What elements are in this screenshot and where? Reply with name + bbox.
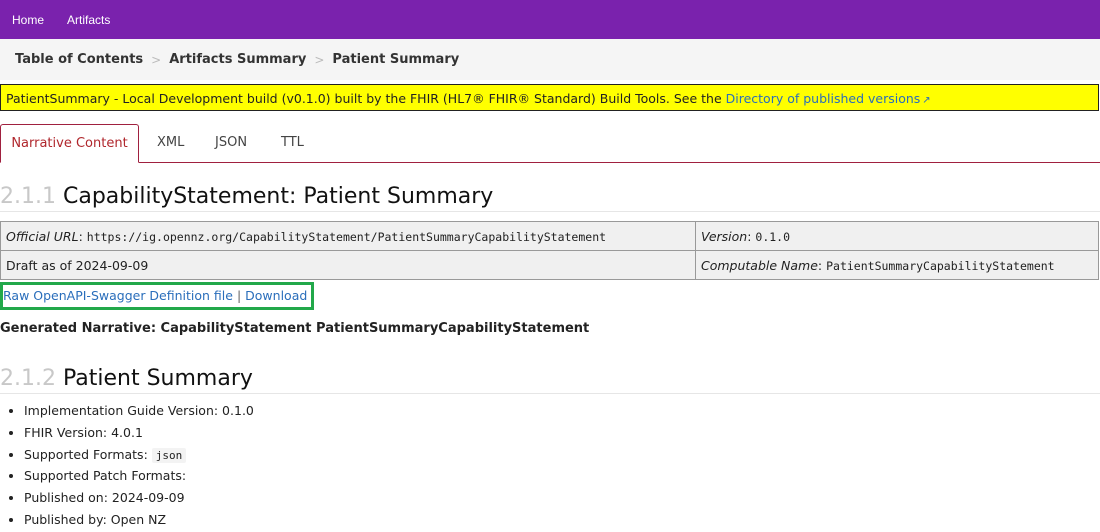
section-heading-capability: 2.1.1 CapabilityStatement: Patient Summa… — [0, 184, 493, 209]
divider — [0, 393, 1100, 394]
list-item: FHIR Version: 4.0.1 — [24, 423, 254, 445]
nav-artifacts-link[interactable]: Artifacts — [67, 13, 110, 27]
section-title: CapabilityStatement: Patient Summary — [62, 184, 494, 209]
version-label: Version — [701, 228, 748, 244]
breadcrumb-artifacts-summary[interactable]: Artifacts Summary — [169, 52, 306, 67]
section-number: 2.1.2 — [0, 366, 56, 391]
download-icon: ⤓ — [311, 288, 314, 303]
generated-narrative-heading: Generated Narrative: CapabilityStatement… — [0, 321, 590, 336]
section-number: 2.1.1 — [0, 184, 56, 209]
breadcrumb: Table of Contents > Artifacts Summary > … — [0, 39, 1100, 80]
download-link[interactable]: Download ⤓ — [245, 288, 314, 303]
top-nav: Home Artifacts — [0, 0, 1100, 39]
metadata-table: Official URL: https://ig.opennz.org/Capa… — [0, 221, 1099, 280]
version-value: 0.1.0 — [755, 229, 791, 244]
section-heading-patient-summary: 2.1.2 Patient Summary — [0, 366, 253, 391]
table-row: Draft as of 2024-09-09 Computable Name: … — [0, 250, 1099, 280]
tab-json[interactable]: JSON — [215, 124, 247, 162]
download-label: Download — [245, 288, 308, 303]
draft-status-cell: Draft as of 2024-09-09 — [0, 250, 696, 280]
list-item: Implementation Guide Version: 0.1.0 — [24, 401, 254, 423]
download-links-box: Raw OpenAPI-Swagger Definition file | Do… — [0, 282, 314, 310]
banner-text: PatientSummary - Local Development build… — [6, 91, 726, 106]
tab-xml[interactable]: XML — [157, 124, 184, 162]
official-url-label: Official URL — [6, 228, 79, 244]
formats-label: Supported Formats: — [24, 446, 148, 462]
list-item: Published by: Open NZ — [24, 510, 254, 532]
computable-name-label: Computable Name — [701, 257, 818, 273]
table-row: Official URL: https://ig.opennz.org/Capa… — [0, 221, 1099, 251]
divider — [0, 211, 1100, 212]
build-banner: PatientSummary - Local Development build… — [0, 84, 1099, 111]
official-url-cell: Official URL: https://ig.opennz.org/Capa… — [0, 221, 696, 251]
breadcrumb-separator: > — [151, 52, 162, 67]
tab-ttl[interactable]: TTL — [281, 124, 304, 162]
official-url-value: https://ig.opennz.org/CapabilityStatemen… — [86, 229, 607, 244]
format-chip: json — [151, 447, 187, 463]
list-item: Supported Formats: json — [24, 445, 254, 467]
computable-name-cell: Computable Name: PatientSummaryCapabilit… — [695, 250, 1099, 280]
breadcrumb-separator: > — [314, 52, 325, 67]
link-separator: | — [236, 288, 242, 303]
raw-openapi-link[interactable]: Raw OpenAPI-Swagger Definition file — [3, 288, 233, 303]
computable-name-value: PatientSummaryCapabilityStatement — [826, 258, 1055, 273]
list-item: Supported Patch Formats: — [24, 466, 254, 488]
breadcrumb-toc[interactable]: Table of Contents — [15, 52, 143, 67]
capability-facts-list: Implementation Guide Version: 0.1.0 FHIR… — [0, 401, 254, 532]
tab-narrative-content[interactable]: Narrative Content — [0, 124, 139, 163]
tab-bar: Narrative Content XML JSON TTL — [0, 124, 1100, 163]
breadcrumb-current: Patient Summary — [332, 52, 460, 67]
version-cell: Version: 0.1.0 — [695, 221, 1099, 251]
published-versions-link[interactable]: Directory of published versions — [726, 91, 921, 106]
nav-home-link[interactable]: Home — [12, 13, 44, 27]
list-item: Published on: 2024-09-09 — [24, 488, 254, 510]
external-link-icon: ↗ — [922, 95, 931, 106]
section-title: Patient Summary — [62, 366, 253, 391]
